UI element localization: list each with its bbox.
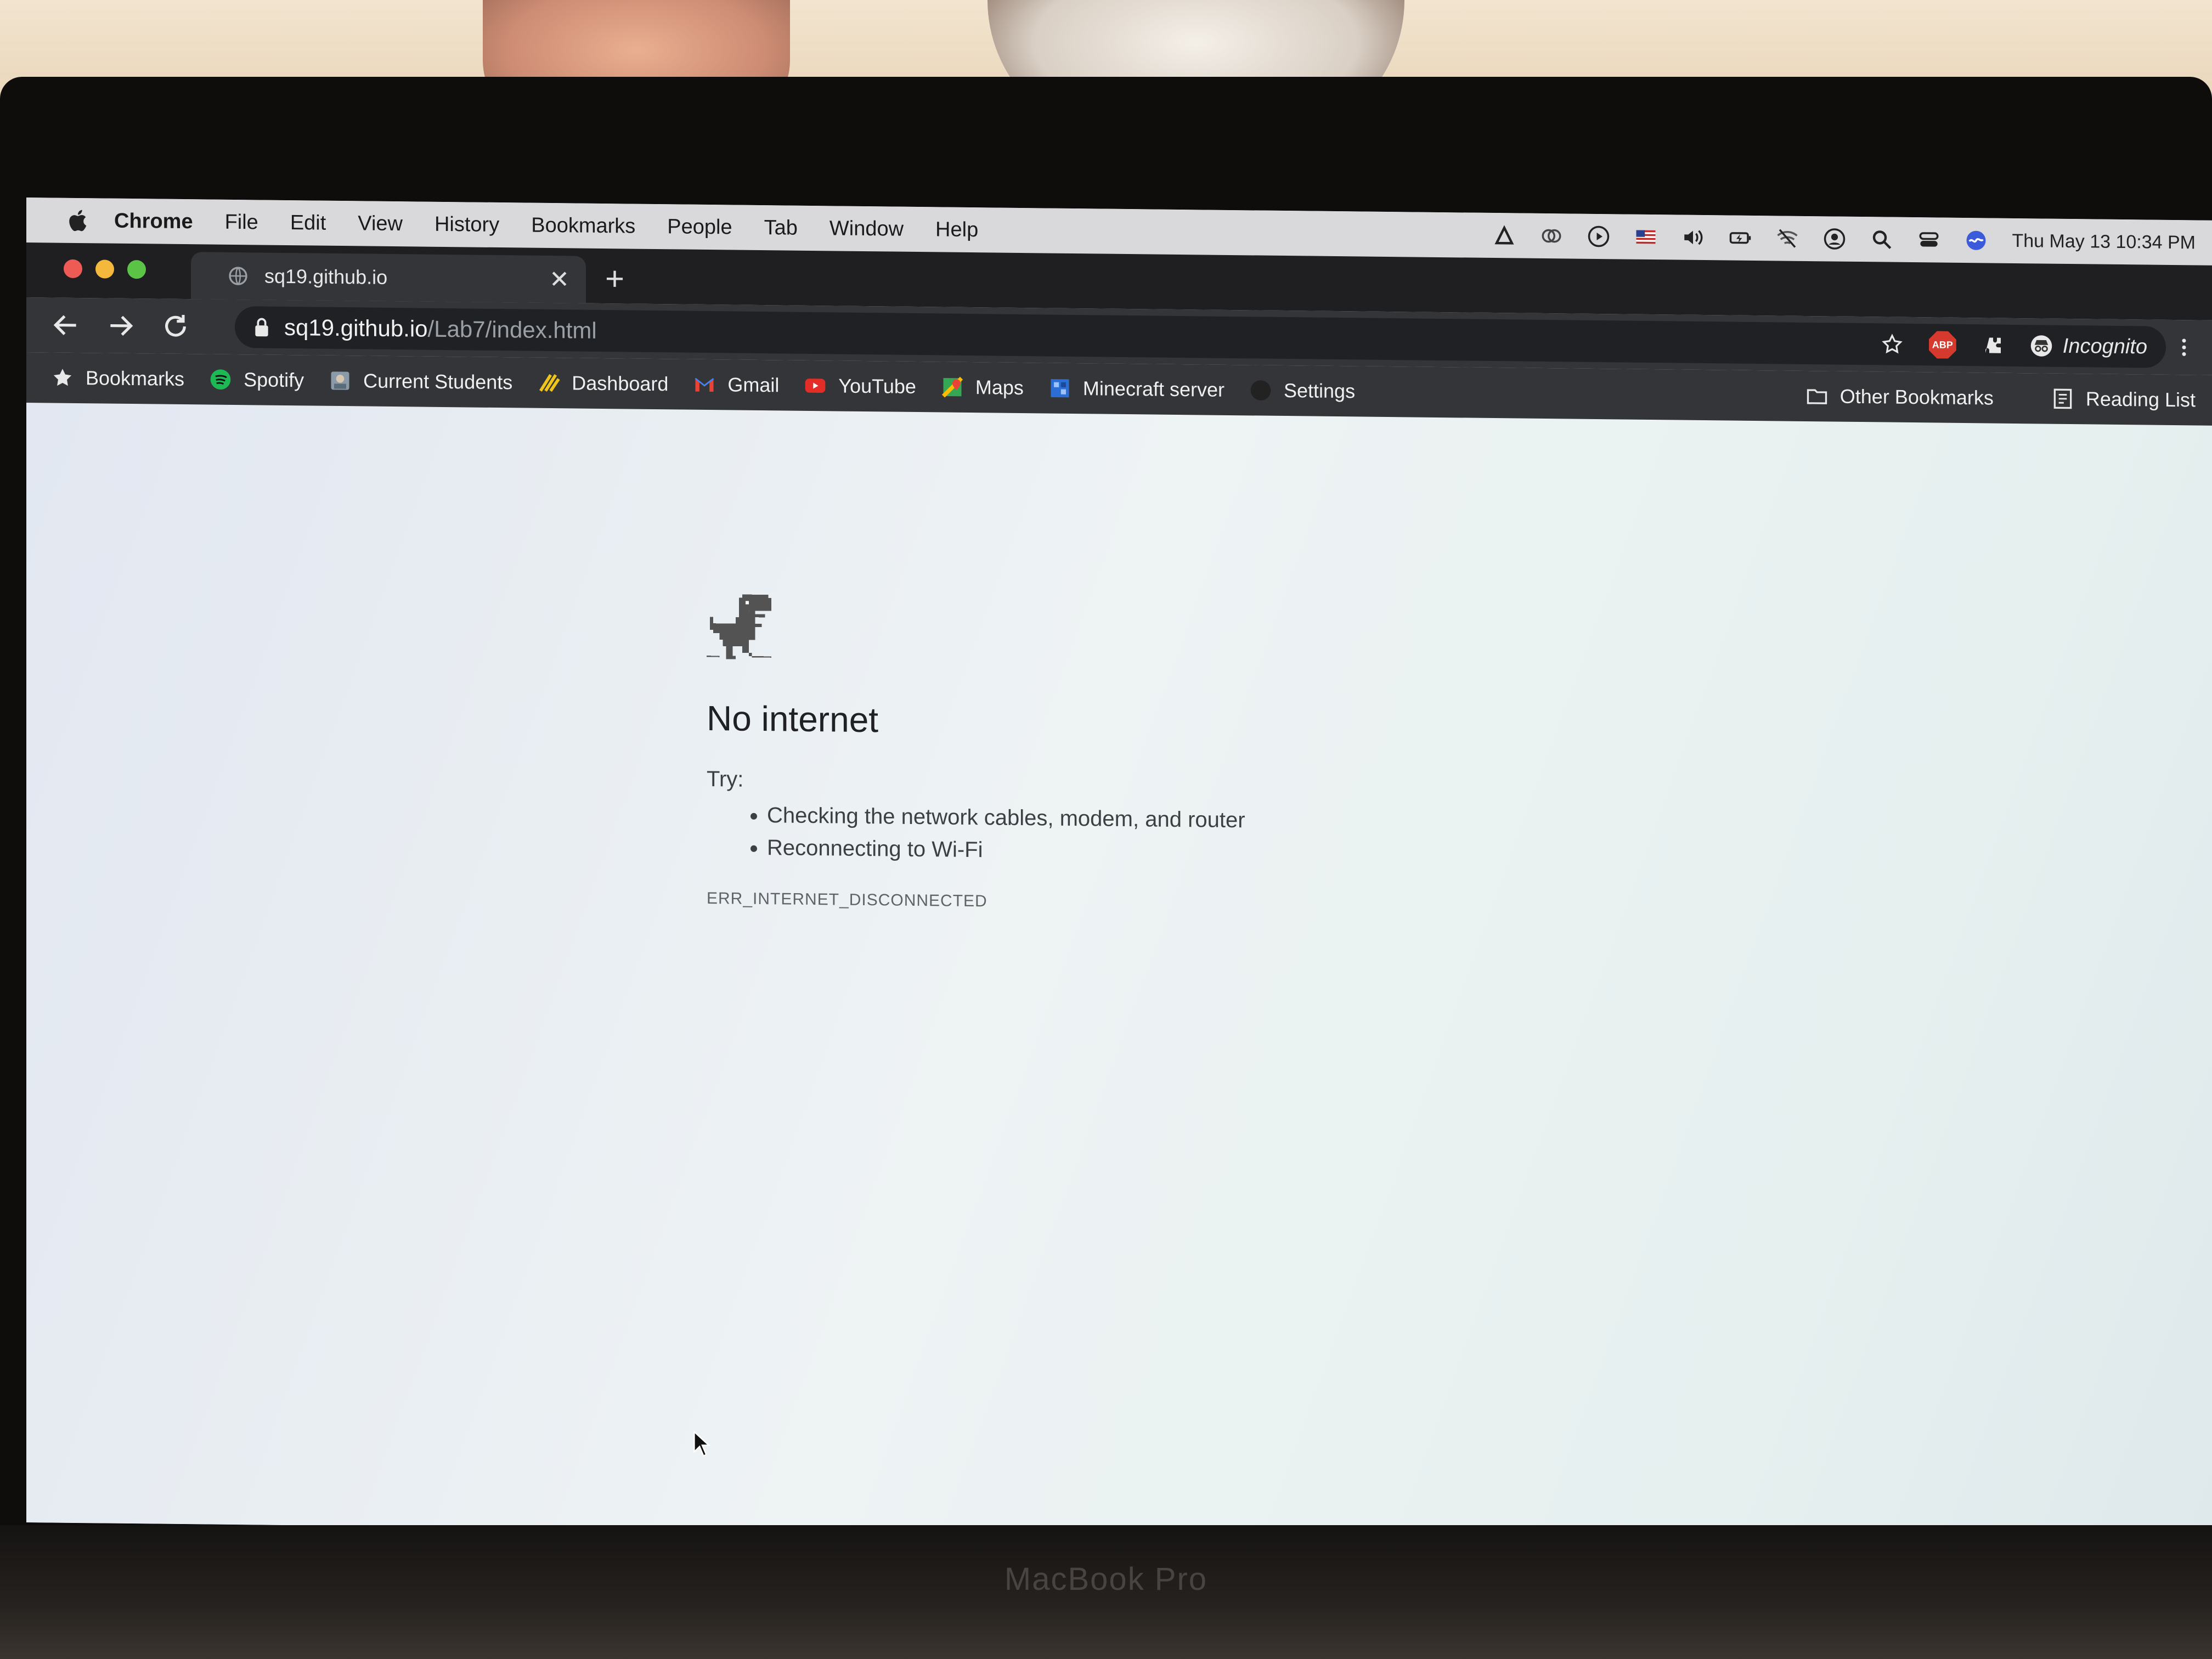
reload-icon[interactable] xyxy=(160,311,191,342)
bookmark-dashboard[interactable]: Dashboard xyxy=(537,371,668,397)
spotify-icon xyxy=(210,369,231,390)
try-label: Try: xyxy=(707,766,744,792)
menu-help[interactable]: Help xyxy=(935,218,978,242)
bookmark-label: Minecraft server xyxy=(1082,377,1224,401)
other-bookmarks-folder[interactable]: Other Bookmarks xyxy=(1805,384,1994,410)
play-icon[interactable] xyxy=(1587,225,1610,248)
error-code: ERR_INTERNET_DISCONNECTED xyxy=(707,889,988,911)
page-content: No internet Try: Checking the network ca… xyxy=(26,403,2212,1545)
folder-icon xyxy=(1807,389,1827,404)
menubar-clock[interactable]: Thu May 13 10:34 PM xyxy=(2012,230,2196,253)
menu-history[interactable]: History xyxy=(435,212,499,236)
chrome-menu-icon[interactable] xyxy=(2172,336,2196,359)
site-icon xyxy=(331,371,349,390)
bookmark-label: Maps xyxy=(975,376,1024,399)
menu-view[interactable]: View xyxy=(358,212,403,236)
star-icon xyxy=(53,369,72,386)
extensions-puzzle-icon[interactable] xyxy=(1982,334,2005,357)
status-area: Thu May 13 10:34 PM xyxy=(1493,213,2196,265)
apple-icon[interactable] xyxy=(65,207,92,235)
laptop-screen: Chrome File Edit View History Bookmarks … xyxy=(26,198,2212,1545)
suggestion-item: Checking the network cables, modem, and … xyxy=(767,803,1475,836)
minecraft-icon xyxy=(1051,379,1069,398)
bookmark-spotify[interactable]: Spotify xyxy=(208,367,304,392)
toolbar-actions: ABP Incognito xyxy=(1881,317,2196,375)
siri-icon[interactable] xyxy=(1965,229,1988,252)
us-flag-icon[interactable] xyxy=(1634,225,1657,249)
forward-arrow-icon[interactable] xyxy=(105,311,136,342)
back-arrow-icon[interactable] xyxy=(50,309,81,341)
bookmark-label: Current Students xyxy=(363,369,513,394)
menu-bookmarks[interactable]: Bookmarks xyxy=(531,213,635,238)
menu-file[interactable]: File xyxy=(225,210,258,234)
browser-tab[interactable]: sq19.github.io ✕ xyxy=(191,252,586,303)
user-icon[interactable] xyxy=(1823,227,1846,250)
bookmark-gmail[interactable]: Gmail xyxy=(692,373,779,398)
offline-error: No internet Try: Checking the network ca… xyxy=(707,591,1475,916)
menu-window[interactable]: Window xyxy=(830,217,904,241)
github-icon xyxy=(1250,380,1271,400)
bookmark-label: Dashboard xyxy=(572,371,669,396)
dashboard-icon xyxy=(539,374,560,392)
battery-icon[interactable] xyxy=(1729,227,1752,250)
bookmark-label: Bookmarks xyxy=(86,366,185,391)
bookmarks-bar-right: Other Bookmarks Reading List xyxy=(1781,370,2196,425)
bookmark-label: Spotify xyxy=(244,368,304,392)
window-minimize-button[interactable] xyxy=(95,259,114,279)
error-heading: No internet xyxy=(707,698,879,740)
url-path: /Lab7/index.html xyxy=(427,315,597,343)
wifi-off-icon[interactable] xyxy=(1776,227,1799,250)
search-icon[interactable] xyxy=(1870,228,1893,251)
suggestions-list: Checking the network cables, modem, and … xyxy=(707,803,1475,868)
creative-cloud-icon[interactable] xyxy=(1540,224,1563,247)
menu-tab[interactable]: Tab xyxy=(764,216,798,240)
device-label: MacBook Pro xyxy=(1004,1561,1208,1597)
menu-app-chrome[interactable]: Chrome xyxy=(114,209,193,234)
suggestion-item: Reconnecting to Wi-Fi xyxy=(767,836,1475,868)
bookmark-label: YouTube xyxy=(838,374,916,398)
bookmark-youtube[interactable]: YouTube xyxy=(803,374,916,399)
maps-icon xyxy=(941,376,963,398)
mouse-cursor-icon xyxy=(693,1430,711,1457)
incognito-profile-button[interactable]: Incognito xyxy=(2030,334,2147,359)
menu-edit[interactable]: Edit xyxy=(290,211,326,235)
reading-list-icon xyxy=(2053,388,2072,409)
incognito-label: Incognito xyxy=(2062,334,2147,358)
new-tab-button[interactable]: + xyxy=(605,259,624,297)
url-host: sq19.github.io xyxy=(284,314,428,342)
youtube-icon xyxy=(805,379,826,393)
lock-icon[interactable] xyxy=(252,316,271,338)
gmail-icon xyxy=(695,377,714,392)
app-status-icon[interactable] xyxy=(1493,224,1516,247)
volume-icon[interactable] xyxy=(1681,226,1705,249)
incognito-icon xyxy=(2030,335,2052,357)
window-close-button[interactable] xyxy=(64,259,82,279)
bookmark-maps[interactable]: Maps xyxy=(940,375,1024,400)
window-maximize-button[interactable] xyxy=(127,259,146,279)
adblock-extension-icon[interactable]: ABP xyxy=(1929,331,1956,359)
bookmark-current-students[interactable]: Current Students xyxy=(328,369,512,395)
bookmark-label: Settings xyxy=(1284,379,1356,403)
control-center-icon[interactable] xyxy=(1917,228,1940,251)
reading-list-label: Reading List xyxy=(2085,387,2196,411)
bookmark-star-icon[interactable] xyxy=(1881,332,1904,356)
other-bookmarks-label: Other Bookmarks xyxy=(1839,385,1994,409)
menu-people[interactable]: People xyxy=(667,215,732,239)
tab-title: sq19.github.io xyxy=(264,264,388,289)
bookmark-bookmarks[interactable]: Bookmarks xyxy=(50,365,184,391)
tab-close-button[interactable]: ✕ xyxy=(549,265,569,293)
bookmark-settings[interactable]: Settings xyxy=(1249,378,1355,403)
globe-icon xyxy=(229,267,247,285)
bookmark-label: Gmail xyxy=(727,373,780,397)
bookmark-minecraft-server[interactable]: Minecraft server xyxy=(1048,376,1224,402)
reading-list-button[interactable]: Reading List xyxy=(2051,387,2196,413)
dinosaur-icon[interactable] xyxy=(707,591,778,663)
